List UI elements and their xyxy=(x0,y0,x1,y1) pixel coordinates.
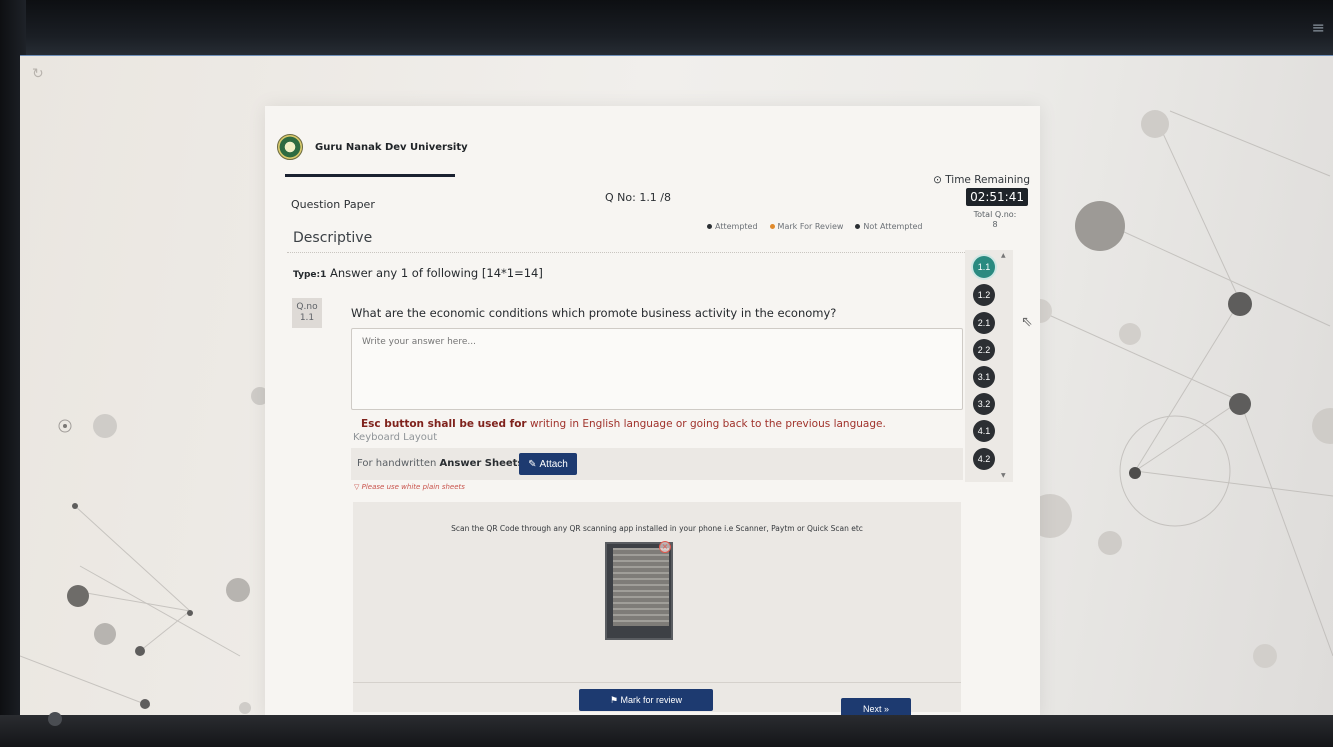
browser-screen: ↻ Guru Nanak Dev University ⊙ Time Remai… xyxy=(20,55,1333,720)
exam-card: Guru Nanak Dev University ⊙ Time Remaini… xyxy=(265,106,1040,720)
qr-panel-divider xyxy=(353,682,961,683)
total-questions: Total Q.no: 8 xyxy=(965,210,1025,230)
question-type: Type:1 Answer any 1 of following [14*1=1… xyxy=(293,266,543,280)
monitor-bezel-top xyxy=(0,0,1333,60)
palette-scroll-up-icon[interactable]: ▲ xyxy=(1001,252,1006,259)
paperclip-icon: ✎ xyxy=(528,458,537,470)
palette-question-4-2[interactable]: 4.2 xyxy=(973,448,995,470)
qno-badge-value: 1.1 xyxy=(299,313,315,323)
esc-note-bold: Esc button shall be used for xyxy=(361,418,527,430)
mark-for-review-button[interactable]: ⚑ Mark for review xyxy=(579,689,713,711)
header: Guru Nanak Dev University xyxy=(265,106,1040,178)
question-paper-label: Question Paper xyxy=(291,198,375,211)
question-type-prefix: Type:1 xyxy=(293,270,327,280)
attach-button-label: Attach xyxy=(539,458,568,470)
university-name: Guru Nanak Dev University xyxy=(315,142,468,153)
total-questions-label: Total Q.no: xyxy=(973,210,1017,219)
palette-question-1-1[interactable]: 1.1 xyxy=(973,256,995,278)
time-remaining-value: 02:51:41 xyxy=(966,188,1028,206)
handwritten-label: For handwritten Answer Sheets xyxy=(357,458,524,469)
header-underline xyxy=(285,174,455,177)
answer-sheets-label: Answer Sheets xyxy=(439,458,524,469)
total-questions-value: 8 xyxy=(992,220,998,229)
esc-language-note: Esc button shall be used for writing in … xyxy=(361,418,886,430)
keyboard-layout-image: Keyboard Layout xyxy=(353,432,438,443)
palette-question-2-2[interactable]: 2.2 xyxy=(973,339,995,361)
palette-question-3-2[interactable]: 3.2 xyxy=(973,393,995,415)
palette-question-3-1[interactable]: 3.1 xyxy=(973,366,995,388)
qno-badge-label: Q.no xyxy=(296,302,318,312)
palette-scroll-down-icon[interactable]: ▼ xyxy=(1001,472,1006,479)
mouse-cursor-icon: ⇖ xyxy=(1021,314,1033,330)
legend-mark-for-review: Mark For Review xyxy=(769,222,843,231)
question-palette: ▲ 1.1 1.2 2.1 2.2 3.1 3.2 4.1 4.2 ▼ xyxy=(965,250,1013,482)
system-tray-icon[interactable] xyxy=(48,712,62,726)
answer-sheet-photo xyxy=(613,548,669,626)
legend-not-attempted: Not Attempted xyxy=(855,222,923,231)
mark-for-review-label: Mark for review xyxy=(620,694,683,705)
attach-row: For handwritten Answer Sheets ✎ Attach xyxy=(351,448,963,480)
qr-instruction: Scan the QR Code through any QR scanning… xyxy=(451,524,863,533)
white-sheet-note: ▽ Please use white plain sheets xyxy=(354,483,465,491)
palette-question-4-1[interactable]: 4.1 xyxy=(973,420,995,442)
question-number-indicator: Q No: 1.1 /8 xyxy=(605,191,672,204)
attach-button[interactable]: ✎ Attach xyxy=(519,453,577,475)
monitor-bezel-bottom xyxy=(0,715,1333,747)
answer-textarea[interactable] xyxy=(351,328,963,410)
legend-attempted: Attempted xyxy=(707,222,758,231)
university-logo xyxy=(277,134,303,160)
question-text: What are the economic conditions which p… xyxy=(351,306,837,320)
menu-icon: ≡ xyxy=(1311,18,1325,37)
esc-note-rest: writing in English language or going bac… xyxy=(526,418,886,430)
qr-upload-panel: Scan the QR Code through any QR scanning… xyxy=(353,502,961,712)
question-type-text: Answer any 1 of following [14*1=14] xyxy=(330,266,543,280)
section-divider xyxy=(287,252,967,253)
flag-icon: ⚑ xyxy=(609,694,619,705)
uploaded-answer-sheet-thumbnail[interactable] xyxy=(605,542,673,640)
section-title: Descriptive xyxy=(293,230,373,246)
time-remaining-label: ⊙ Time Remaining xyxy=(933,174,1030,186)
palette-question-2-1[interactable]: 2.1 xyxy=(973,312,995,334)
warning-icon: ▽ xyxy=(354,483,360,491)
palette-question-1-2[interactable]: 1.2 xyxy=(973,284,995,306)
status-legend: Attempted Mark For Review Not Attempted xyxy=(707,222,923,231)
question-number-badge: Q.no 1.1 xyxy=(292,298,322,328)
remove-image-close-icon[interactable]: × xyxy=(659,541,671,553)
